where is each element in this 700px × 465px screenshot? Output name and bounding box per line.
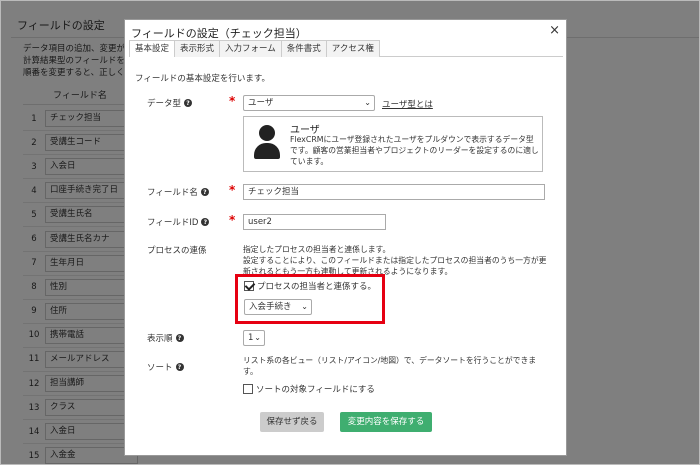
tab-access-rights[interactable]: アクセス権: [325, 40, 380, 57]
sort-description: リスト系の各ビュー（リスト/アイコン/地図）で、データソートを行うことができます…: [243, 356, 537, 376]
user-icon: [252, 125, 282, 159]
help-icon[interactable]: ?: [200, 188, 209, 196]
field-name-input[interactable]: チェック担当: [243, 184, 545, 200]
sort-checkbox[interactable]: [243, 384, 253, 394]
app-frame: フィールドの設定 データ項目の追加、変更が可 計算結果型のフィールドを利 順番を…: [0, 0, 700, 465]
sort-label: ソート ?: [147, 361, 184, 373]
datatype-label: データ型 ?: [147, 97, 193, 109]
process-link-checkbox-row[interactable]: プロセスの担当者と連係する。: [244, 280, 376, 292]
tab-input-form[interactable]: 入力フォーム: [219, 40, 282, 57]
order-label: 表示順 ?: [147, 332, 184, 344]
process-label: プロセスの連係: [147, 246, 207, 256]
process-link-checkbox[interactable]: [244, 281, 254, 291]
required-mark: *: [229, 94, 236, 108]
datatype-info-box: ユーザ FlexCRMにユーザ登録されたユーザをプルダウンで表示するデータ型です…: [243, 116, 543, 172]
order-select[interactable]: 1 ⌄: [243, 330, 265, 346]
datatype-info-desc: FlexCRMにユーザ登録されたユーザをプルダウンで表示するデータ型です。顧客の…: [290, 135, 539, 166]
tab-basic-settings[interactable]: 基本設定: [129, 40, 176, 57]
help-icon[interactable]: ?: [175, 363, 184, 371]
close-icon[interactable]: ×: [549, 23, 560, 38]
help-icon[interactable]: ?: [201, 218, 210, 226]
chevron-down-icon: ⌄: [301, 302, 308, 311]
required-mark: *: [229, 183, 236, 197]
chevron-down-icon: ⌄: [254, 333, 261, 342]
datatype-help-link[interactable]: ユーザ型とは: [382, 98, 433, 110]
sort-checkbox-row[interactable]: ソートの対象フィールドにする: [243, 383, 375, 395]
intro-text: フィールドの基本設定を行います。: [135, 74, 270, 84]
process-select[interactable]: 入会手続き ⌄: [244, 299, 312, 315]
save-button[interactable]: 変更内容を保存する: [340, 412, 432, 432]
help-icon[interactable]: ?: [175, 334, 184, 342]
field-name-label: フィールド名 ?: [147, 186, 209, 198]
field-id-label: フィールドID ?: [147, 216, 210, 228]
required-mark: *: [229, 213, 236, 227]
tab-conditional-format[interactable]: 条件書式: [280, 40, 327, 57]
process-description: 指定したプロセスの担当者と連係します。 設定することにより、このフィールドまたは…: [243, 245, 547, 276]
tab-display-format[interactable]: 表示形式: [174, 40, 221, 57]
help-icon[interactable]: ?: [184, 99, 193, 107]
field-settings-dialog: フィールドの設定（チェック担当） × 基本設定 表示形式 入力フォーム 条件書式…: [124, 19, 567, 456]
tab-bar: 基本設定 表示形式 入力フォーム 条件書式 アクセス権: [129, 40, 563, 57]
cancel-button[interactable]: 保存せず戻る: [260, 412, 324, 432]
dialog-title: フィールドの設定（チェック担当）: [131, 27, 307, 40]
highlight-box: プロセスの担当者と連係する。 入会手続き ⌄: [235, 274, 385, 324]
chevron-down-icon: ⌄: [364, 98, 371, 107]
field-id-input[interactable]: user2: [243, 214, 386, 230]
datatype-select[interactable]: ユーザ ⌄: [243, 95, 375, 111]
